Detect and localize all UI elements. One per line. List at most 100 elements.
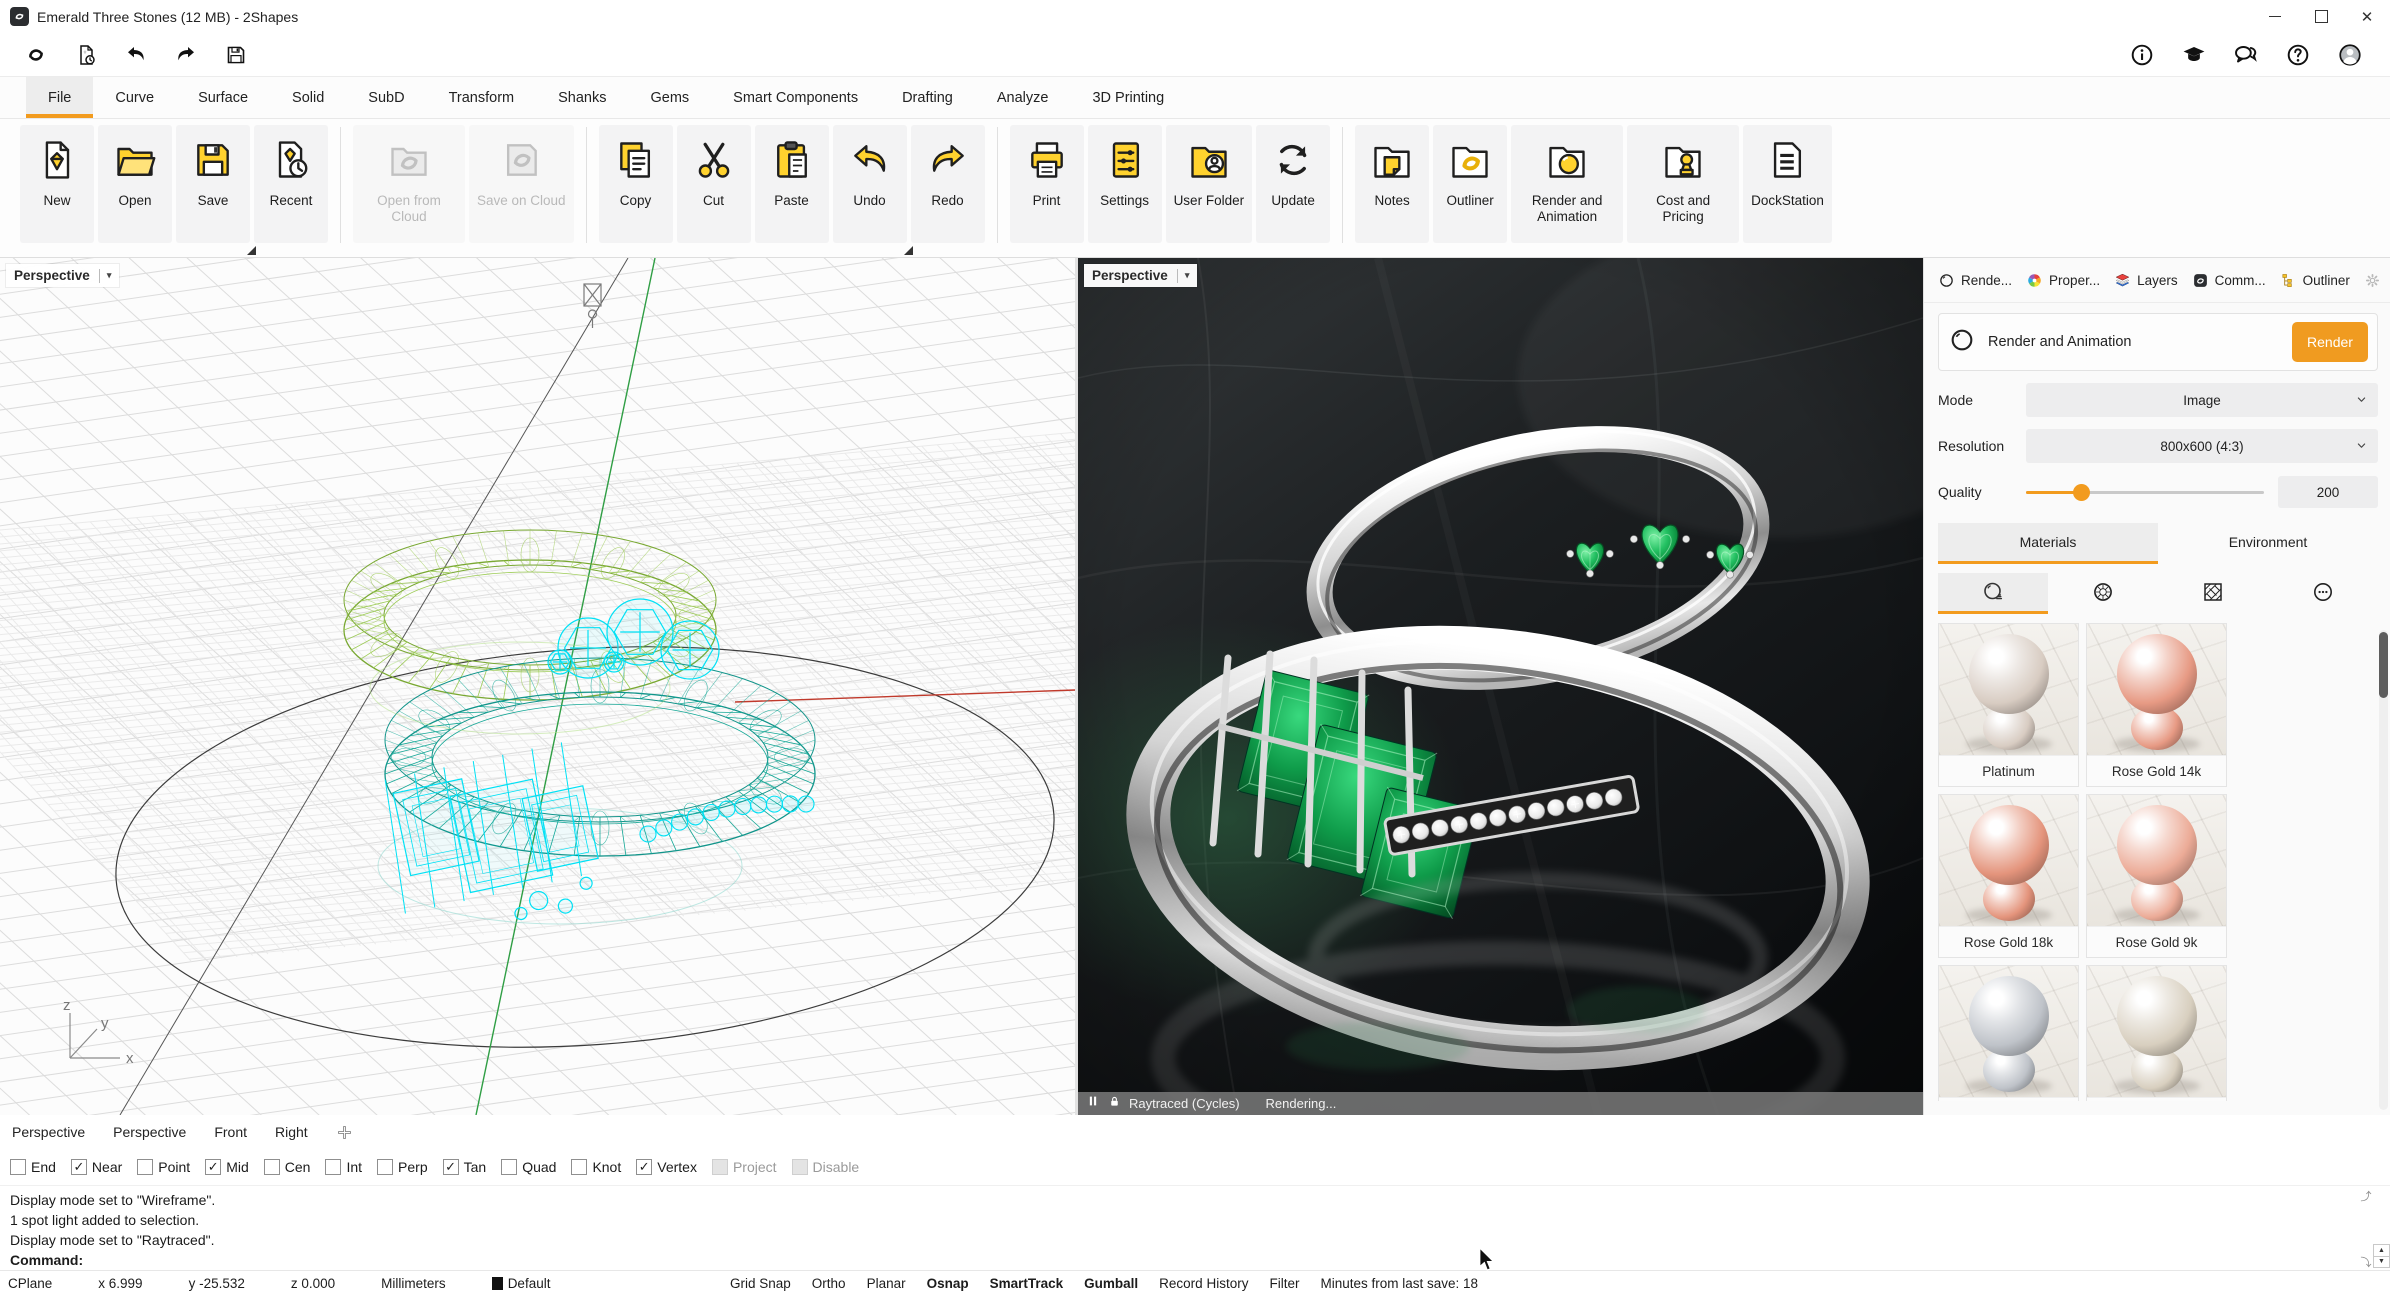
pause-icon[interactable] [1086, 1094, 1100, 1113]
status-z-0-000[interactable]: z 0.000 [291, 1276, 335, 1291]
menu-tab-solid[interactable]: Solid [270, 77, 346, 118]
osnap-near[interactable]: Near [71, 1159, 122, 1175]
checkbox-tan[interactable] [443, 1159, 459, 1175]
help-button[interactable] [2284, 41, 2312, 69]
category-tab-gems[interactable] [2048, 573, 2158, 611]
history-scrollbar[interactable]: ⤴⤵ [2358, 1188, 2374, 1270]
slider-thumb[interactable] [2073, 484, 2090, 501]
status-x-6-999[interactable]: x 6.999 [98, 1276, 142, 1291]
osnap-tan[interactable]: Tan [443, 1159, 487, 1175]
render-button[interactable]: Render [2292, 322, 2368, 362]
status-cplane[interactable]: CPlane [8, 1276, 52, 1291]
menu-tab-surface[interactable]: Surface [176, 77, 270, 118]
account-button[interactable] [2336, 41, 2364, 69]
save-button[interactable] [222, 41, 250, 69]
dropdown-arrow-icon[interactable] [247, 246, 256, 255]
category-tab-textures[interactable] [2158, 573, 2268, 611]
ribbon-button-outliner[interactable]: Outliner [1433, 125, 1507, 243]
osnap-perp[interactable]: Perp [377, 1159, 428, 1175]
status-smarttrack[interactable]: SmartTrack [990, 1276, 1064, 1291]
quality-value[interactable]: 200 [2278, 476, 2378, 508]
osnap-knot[interactable]: Knot [571, 1159, 621, 1175]
viewport-perspective-wireframe[interactable]: Perspective ▾ zyx [0, 258, 1078, 1115]
panel-tab-proper[interactable]: Proper... [2026, 272, 2100, 289]
checkbox-vertex[interactable] [636, 1159, 652, 1175]
ribbon-button-cost-and-pricing[interactable]: Cost and Pricing [1627, 125, 1739, 243]
ribbon-button-print[interactable]: Print [1010, 125, 1084, 243]
checkbox-mid[interactable] [205, 1159, 221, 1175]
checkbox-point[interactable] [137, 1159, 153, 1175]
viewport-tab-perspective-0[interactable]: Perspective [12, 1124, 85, 1140]
command-history[interactable]: Display mode set to "Wireframe".1 spot l… [0, 1185, 2390, 1270]
status-minutes-from-last-save-18[interactable]: Minutes from last save: 18 [1320, 1276, 1478, 1291]
menu-tab-drafting[interactable]: Drafting [880, 77, 975, 118]
subtab-environment[interactable]: Environment [2158, 523, 2378, 561]
material-swatch-silver[interactable]: Silver [1938, 965, 2079, 1101]
maximize-button[interactable] [2298, 0, 2344, 33]
viewport-label[interactable]: Perspective ▾ [6, 264, 119, 287]
ribbon-button-dockstation[interactable]: DockStation [1743, 125, 1832, 243]
checkbox-quad[interactable] [501, 1159, 517, 1175]
material-swatch-platinum[interactable]: Platinum [1938, 623, 2079, 787]
info-button[interactable] [2128, 41, 2156, 69]
panel-tab-rende[interactable]: Rende... [1938, 272, 2012, 289]
status-filter[interactable]: Filter [1269, 1276, 1299, 1291]
chevron-down-icon[interactable]: ▾ [107, 270, 112, 281]
status-grid-snap[interactable]: Grid Snap [730, 1276, 791, 1291]
ribbon-button-user-folder[interactable]: User Folder [1166, 125, 1253, 243]
command-prompt[interactable]: Command: [10, 1250, 2390, 1271]
panel-tab-layers[interactable]: Layers [2114, 272, 2178, 289]
viewport-perspective-raytraced[interactable]: Perspective ▾ Raytraced (Cycles) Renderi… [1078, 258, 1923, 1115]
ribbon-button-settings[interactable]: Settings [1088, 125, 1162, 243]
checkbox-int[interactable] [325, 1159, 341, 1175]
osnap-end[interactable]: End [10, 1159, 56, 1175]
material-swatch-rose-gold-14k[interactable]: Rose Gold 14k [2086, 623, 2227, 787]
ribbon-button-paste[interactable]: Paste [755, 125, 829, 243]
status-default[interactable]: Default [492, 1276, 551, 1291]
ribbon-button-open[interactable]: Open [98, 125, 172, 243]
panel-tab-outliner[interactable]: Outliner [2280, 272, 2350, 289]
checkbox-end[interactable] [10, 1159, 26, 1175]
history-spinner[interactable]: ▲▼ [2373, 1244, 2390, 1268]
undo-button[interactable] [122, 41, 150, 69]
menu-tab-gems[interactable]: Gems [628, 77, 711, 118]
osnap-point[interactable]: Point [137, 1159, 190, 1175]
close-button[interactable]: ✕ [2344, 0, 2390, 33]
category-tab-more[interactable] [2268, 573, 2378, 611]
status-gumball[interactable]: Gumball [1084, 1276, 1138, 1291]
dropdown-arrow-icon[interactable] [904, 246, 913, 255]
menu-tab-3d-printing[interactable]: 3D Printing [1070, 77, 1186, 118]
menu-tab-smart-components[interactable]: Smart Components [711, 77, 880, 118]
viewport-tab-right-3[interactable]: Right [275, 1124, 308, 1140]
recent-button[interactable] [72, 41, 100, 69]
menu-tab-shanks[interactable]: Shanks [536, 77, 628, 118]
category-tab-metals[interactable] [1938, 573, 2048, 611]
ribbon-button-update[interactable]: Update [1256, 125, 1330, 243]
ribbon-button-copy[interactable]: Copy [599, 125, 673, 243]
add-viewport-button[interactable] [336, 1124, 353, 1141]
resolution-select[interactable]: 800x600 (4:3) [2026, 429, 2378, 463]
status-ortho[interactable]: Ortho [812, 1276, 846, 1291]
redo-button[interactable] [172, 41, 200, 69]
osnap-mid[interactable]: Mid [205, 1159, 249, 1175]
checkbox-disable[interactable] [792, 1159, 808, 1175]
menu-tab-transform[interactable]: Transform [427, 77, 537, 118]
learn-button[interactable] [2180, 41, 2208, 69]
material-swatch-rose-gold-9k[interactable]: Rose Gold 9k [2086, 794, 2227, 958]
ribbon-button-redo[interactable]: Redo [911, 125, 985, 243]
ribbon-button-recent[interactable]: Recent [254, 125, 328, 243]
checkbox-knot[interactable] [571, 1159, 587, 1175]
ribbon-button-render-and-animation[interactable]: Render and Animation [1511, 125, 1623, 243]
mode-select[interactable]: Image [2026, 383, 2378, 417]
ribbon-button-notes[interactable]: Notes [1355, 125, 1429, 243]
menu-tab-file[interactable]: File [26, 77, 93, 118]
status-millimeters[interactable]: Millimeters [381, 1276, 446, 1291]
material-swatch-white-gold-14k[interactable]: White Gold 14k [2086, 965, 2227, 1101]
status-planar[interactable]: Planar [867, 1276, 906, 1291]
status-record-history[interactable]: Record History [1159, 1276, 1248, 1291]
osnap-vertex[interactable]: Vertex [636, 1159, 697, 1175]
menu-tab-curve[interactable]: Curve [93, 77, 176, 118]
osnap-disable[interactable]: Disable [792, 1159, 860, 1175]
app-menu-button[interactable] [22, 41, 50, 69]
osnap-cen[interactable]: Cen [264, 1159, 311, 1175]
